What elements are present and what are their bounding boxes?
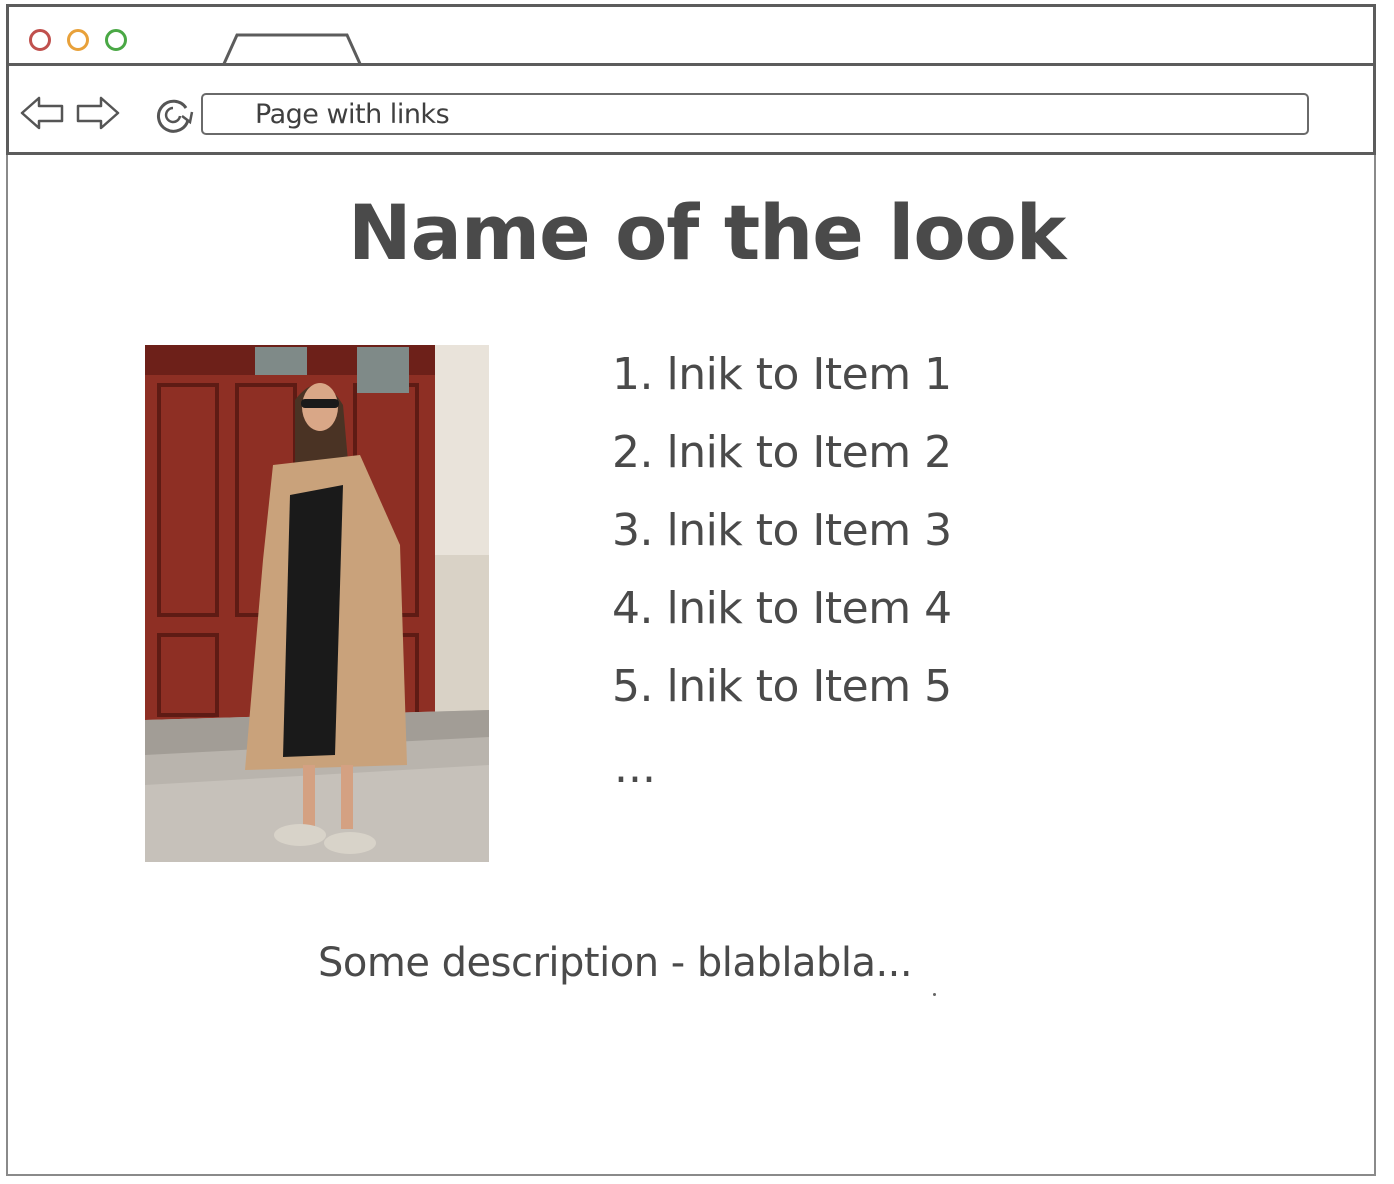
item-link-3[interactable]: 3. lnik to Item 3: [612, 505, 952, 556]
item-link-5[interactable]: 5. lnik to Item 5: [612, 661, 952, 712]
list-item: 1. lnik to Item 1: [612, 346, 952, 424]
stray-mark: [933, 993, 936, 996]
look-description: Some description - blablabla...: [318, 940, 913, 986]
look-photo-image: [145, 345, 489, 862]
back-arrow-icon[interactable]: [19, 94, 65, 132]
more-items-ellipsis: ...: [614, 742, 656, 793]
address-bar[interactable]: Page with links: [201, 93, 1309, 135]
item-link-2[interactable]: 2. lnik to Item 2: [612, 427, 952, 478]
item-link-1[interactable]: 1. lnik to Item 1: [612, 349, 952, 400]
look-photo: [145, 345, 489, 862]
list-item: 3. lnik to Item 3: [612, 502, 952, 580]
page-title: Name of the look: [348, 188, 1066, 277]
reload-icon[interactable]: [152, 94, 194, 136]
browser-title-bar: [6, 4, 1376, 67]
minimize-window-button[interactable]: [67, 29, 89, 51]
address-text: Page with links: [255, 99, 450, 130]
list-item: 2. lnik to Item 2: [612, 424, 952, 502]
forward-arrow-icon[interactable]: [75, 94, 121, 132]
maximize-window-button[interactable]: [105, 29, 127, 51]
close-window-button[interactable]: [29, 29, 51, 51]
list-item: 5. lnik to Item 5: [612, 658, 952, 736]
item-links-list: 1. lnik to Item 1 2. lnik to Item 2 3. l…: [612, 346, 952, 736]
list-item: 4. lnik to Item 4: [612, 580, 952, 658]
browser-nav-bar: Page with links: [6, 63, 1376, 155]
browser-tab[interactable]: [219, 31, 369, 67]
item-link-4[interactable]: 4. lnik to Item 4: [612, 583, 952, 634]
